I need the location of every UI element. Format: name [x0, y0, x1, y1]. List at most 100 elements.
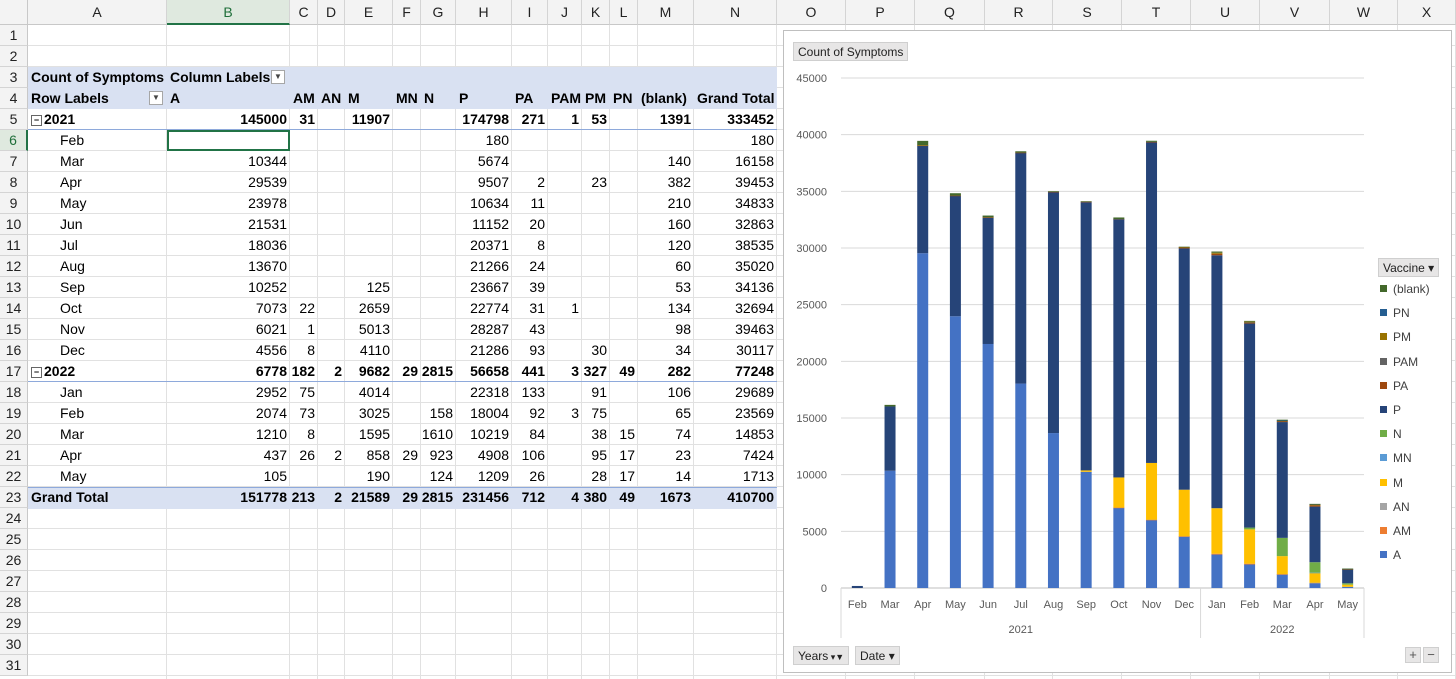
pivot-chart[interactable]: Count of Symptoms 0 5000 10000 15000 20000 250…	[783, 30, 1452, 673]
pivot-value-cell[interactable]	[582, 214, 607, 235]
pivot-value-cell[interactable]: 125	[345, 277, 390, 298]
pivot-value-cell[interactable]: 21531	[167, 214, 287, 235]
pivot-value-cell[interactable]	[290, 130, 315, 151]
pivot-value-cell[interactable]	[393, 382, 418, 403]
pivot-value-cell[interactable]	[582, 256, 607, 277]
pivot-value-cell[interactable]: 106	[638, 382, 691, 403]
pivot-value-cell[interactable]	[421, 256, 453, 277]
pivot-value-cell[interactable]: 180	[456, 130, 509, 151]
pivot-value-cell[interactable]: 49	[610, 361, 635, 382]
pivot-value-cell[interactable]	[318, 382, 342, 403]
column-header-x[interactable]: X	[1398, 0, 1456, 25]
bar-segment-PA[interactable]	[1146, 141, 1158, 143]
pivot-value-cell[interactable]: 26	[290, 445, 315, 466]
pivot-value-cell[interactable]	[318, 424, 342, 445]
row-header-11[interactable]: 11	[0, 235, 28, 256]
active-cell-selection[interactable]	[167, 130, 290, 151]
pivot-value-cell[interactable]: 2	[318, 445, 342, 466]
pivot-value-cell[interactable]: 2815	[421, 361, 453, 382]
pivot-value-cell[interactable]: 210	[638, 193, 691, 214]
pivot-value-cell[interactable]: 712	[512, 487, 545, 508]
pivot-value-cell[interactable]: 23	[582, 172, 607, 193]
pivot-value-cell[interactable]: 2074	[167, 403, 287, 424]
collapse-field-button[interactable]: −	[1423, 647, 1439, 663]
expand-field-button[interactable]: +	[1405, 647, 1421, 663]
bar-segment-M[interactable]	[1342, 584, 1354, 587]
column-header-m[interactable]: M	[638, 0, 694, 25]
bar-segment-M[interactable]	[1211, 508, 1223, 554]
bar-segment-blank[interactable]	[1146, 140, 1158, 142]
bar-segment-blank[interactable]	[1276, 419, 1288, 421]
pivot-value-cell[interactable]: 77248	[694, 361, 774, 382]
date-field-button[interactable]: Date ▾	[855, 646, 900, 665]
pivot-value-cell[interactable]	[393, 319, 418, 340]
pivot-value-cell[interactable]: 160	[638, 214, 691, 235]
legend-item[interactable]: M	[1380, 475, 1403, 491]
vaccine-legend-filter-button[interactable]: Vaccine ▾	[1378, 258, 1440, 277]
column-header-o[interactable]: O	[777, 0, 846, 25]
bar-segment-A[interactable]	[949, 316, 961, 588]
row-header-24[interactable]: 24	[0, 508, 28, 529]
pivot-value-cell[interactable]	[393, 151, 418, 172]
pivot-value-cell[interactable]: 1595	[345, 424, 390, 445]
pivot-value-cell[interactable]: 3025	[345, 403, 390, 424]
bar-segment-blank[interactable]	[1113, 217, 1125, 219]
pivot-value-cell[interactable]: 8	[290, 340, 315, 361]
pivot-value-cell[interactable]	[421, 193, 453, 214]
pivot-value-cell[interactable]	[610, 298, 635, 319]
pivot-value-cell[interactable]: 34	[638, 340, 691, 361]
pivot-value-cell[interactable]: 4	[548, 487, 579, 508]
pivot-value-cell[interactable]: 34833	[694, 193, 774, 214]
row-header-16[interactable]: 16	[0, 340, 28, 361]
pivot-value-cell[interactable]: 20	[512, 214, 545, 235]
pivot-year-label[interactable]: −2021	[31, 109, 161, 130]
pivot-value-cell[interactable]	[290, 193, 315, 214]
pivot-value-cell[interactable]: 30117	[694, 340, 774, 361]
pivot-value-cell[interactable]	[290, 235, 315, 256]
row-labels-filter-dropdown[interactable]: ▼	[149, 91, 163, 105]
pivot-value-cell[interactable]: 10219	[456, 424, 509, 445]
legend-item[interactable]: N	[1380, 426, 1402, 442]
pivot-value-cell[interactable]	[393, 193, 418, 214]
pivot-value-cell[interactable]: 11907	[345, 109, 390, 130]
row-header-31[interactable]: 31	[0, 655, 28, 676]
pivot-value-cell[interactable]	[421, 235, 453, 256]
bar-segment-blank[interactable]	[1047, 191, 1059, 192]
pivot-value-cell[interactable]	[548, 130, 579, 151]
pivot-value-cell[interactable]	[610, 319, 635, 340]
pivot-value-cell[interactable]	[610, 109, 635, 130]
legend-item[interactable]: (blank)	[1380, 281, 1430, 297]
bar-segment-P[interactable]	[884, 406, 896, 471]
pivot-value-cell[interactable]: 410700	[694, 487, 774, 508]
pivot-value-cell[interactable]: 31	[512, 298, 545, 319]
pivot-value-cell[interactable]	[421, 151, 453, 172]
pivot-value-cell[interactable]: 2952	[167, 382, 287, 403]
pivot-value-cell[interactable]	[548, 193, 579, 214]
bar-segment-PM[interactable]	[917, 145, 929, 146]
pivot-value-cell[interactable]: 17	[610, 466, 635, 487]
pivot-value-cell[interactable]: 213	[290, 487, 315, 508]
legend-item[interactable]: PA	[1380, 378, 1408, 394]
pivot-value-cell[interactable]	[512, 130, 545, 151]
pivot-value-cell[interactable]: 151778	[167, 487, 287, 508]
bar-segment-blank[interactable]	[1244, 320, 1256, 322]
pivot-value-cell[interactable]: 5013	[345, 319, 390, 340]
pivot-value-cell[interactable]	[318, 319, 342, 340]
pivot-value-cell[interactable]	[318, 193, 342, 214]
pivot-value-cell[interactable]	[318, 109, 342, 130]
pivot-value-cell[interactable]: 380	[582, 487, 607, 508]
bar-segment-PA[interactable]	[982, 217, 994, 218]
column-header-r[interactable]: R	[985, 0, 1053, 25]
bar-segment-P[interactable]	[1244, 323, 1256, 528]
bar-segment-A[interactable]	[1080, 471, 1092, 588]
pivot-value-cell[interactable]	[318, 130, 342, 151]
pivot-value-cell[interactable]	[610, 130, 635, 151]
pivot-value-cell[interactable]: 49	[610, 487, 635, 508]
column-header-j[interactable]: J	[548, 0, 582, 25]
pivot-value-cell[interactable]	[512, 151, 545, 172]
pivot-value-cell[interactable]: 9682	[345, 361, 390, 382]
bar-segment-A[interactable]	[1244, 564, 1256, 588]
bar-segment-blank[interactable]	[982, 215, 994, 218]
pivot-value-cell[interactable]: 11152	[456, 214, 509, 235]
pivot-value-cell[interactable]: 22318	[456, 382, 509, 403]
